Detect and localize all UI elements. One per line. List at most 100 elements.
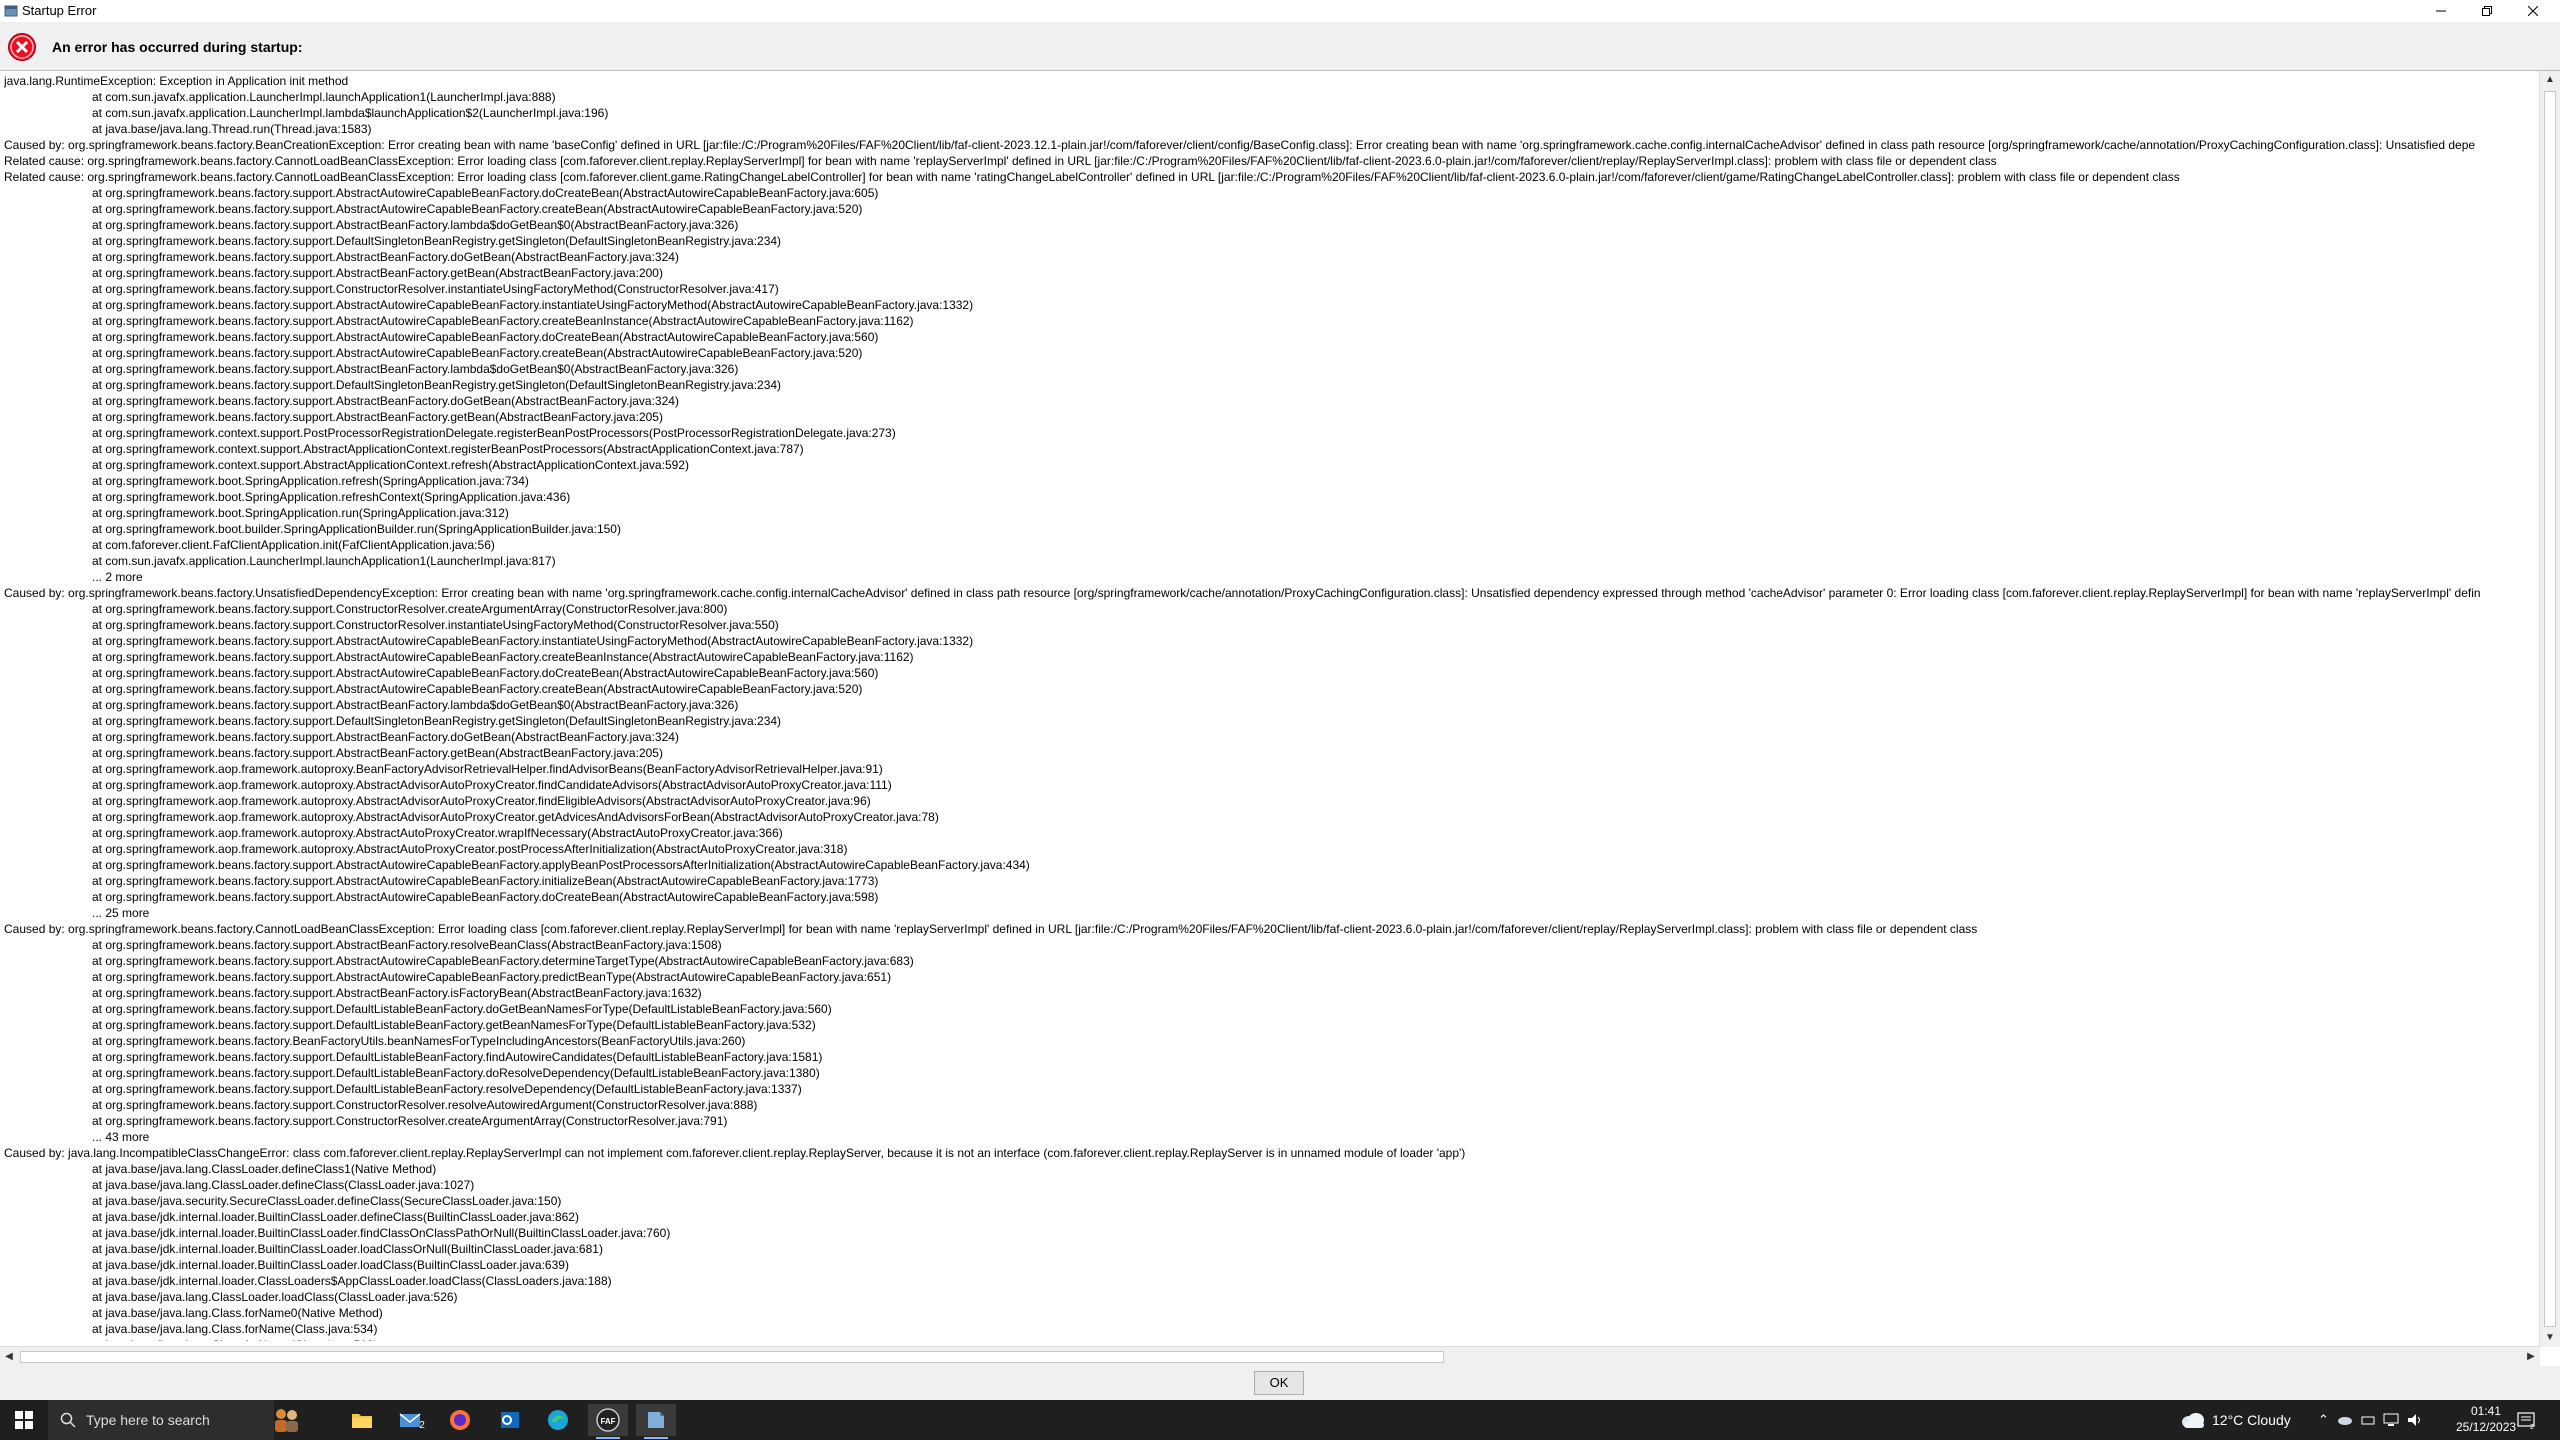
vertical-scroll-thumb[interactable]	[2544, 91, 2556, 1327]
trace-line: at java.base/jdk.internal.loader.Builtin…	[92, 1258, 569, 1272]
ok-button[interactable]: OK	[1254, 1371, 1304, 1395]
trace-line: at org.springframework.beans.factory.sup…	[92, 970, 892, 984]
trace-line: at org.springframework.context.support.A…	[92, 458, 689, 472]
trace-line: at org.springframework.beans.factory.Bea…	[92, 1034, 746, 1048]
trace-line: at java.base/jdk.internal.loader.Builtin…	[92, 1242, 603, 1256]
window-titlebar: Startup Error	[0, 0, 2560, 22]
stack-trace-area[interactable]: java.lang.RuntimeException: Exception in…	[0, 70, 2560, 1367]
firefox-logo-icon	[450, 1410, 470, 1430]
trace-line: at org.springframework.context.support.P…	[92, 426, 896, 440]
trace-line: at org.springframework.beans.factory.sup…	[92, 186, 879, 200]
weather-text: 12°C Cloudy	[2212, 1412, 2291, 1428]
trace-line: at org.springframework.beans.factory.sup…	[92, 234, 782, 248]
taskbar-search[interactable]: Type here to search	[48, 1400, 274, 1440]
storage-icon[interactable]	[2361, 1414, 2375, 1426]
trace-line: at org.springframework.aop.framework.aut…	[92, 810, 939, 824]
faf-client-icon[interactable]: FAF	[588, 1404, 628, 1439]
notification-icon[interactable]: 2	[2516, 1410, 2536, 1430]
trace-line: at org.springframework.boot.SpringApplic…	[92, 490, 571, 504]
weather-widget[interactable]: 12°C Cloudy	[2180, 1400, 2291, 1440]
trace-line: at org.springframework.boot.builder.Spri…	[92, 522, 621, 536]
scroll-up-icon[interactable]: ▲	[2540, 71, 2560, 89]
vertical-scrollbar[interactable]: ▲ ▼	[2539, 71, 2560, 1347]
trace-line: at com.sun.javafx.application.LauncherIm…	[92, 106, 609, 120]
trace-line: Caused by: org.springframework.beans.fac…	[4, 922, 1978, 936]
chevron-up-icon[interactable]: ⌃	[2318, 1412, 2329, 1428]
trace-line: ... 25 more	[92, 906, 150, 920]
trace-line: at org.springframework.beans.factory.sup…	[92, 410, 663, 424]
close-icon	[2528, 6, 2538, 16]
onedrive-icon[interactable]	[2337, 1414, 2353, 1426]
trace-line: at org.springframework.beans.factory.sup…	[92, 650, 914, 664]
trace-line: at org.springframework.beans.factory.sup…	[92, 634, 974, 648]
trace-line: at java.base/jdk.internal.loader.Builtin…	[92, 1226, 671, 1240]
trace-line: at org.springframework.beans.factory.sup…	[92, 282, 779, 296]
minimize-button[interactable]	[2418, 0, 2464, 22]
trace-line: at org.springframework.boot.SpringApplic…	[92, 474, 529, 488]
folder-icon	[352, 1414, 372, 1428]
dialog-footer: OK	[0, 1366, 2560, 1400]
firefox-icon[interactable]	[440, 1404, 480, 1436]
close-button[interactable]	[2510, 0, 2556, 22]
network-icon[interactable]	[2383, 1413, 2399, 1427]
trace-line: at org.springframework.beans.factory.sup…	[92, 330, 879, 344]
outlook-icon[interactable]	[490, 1404, 530, 1436]
trace-line: at java.base/java.security.SecureClassLo…	[92, 1194, 562, 1208]
trace-line: at com.sun.javafx.application.LauncherIm…	[92, 554, 556, 568]
trace-line: at java.base/java.lang.Thread.run(Thread…	[92, 122, 372, 136]
people-icon[interactable]	[266, 1404, 306, 1436]
java-app-icon	[4, 5, 18, 17]
error-icon	[8, 33, 36, 61]
windows-start-icon	[15, 1411, 33, 1429]
trace-line: Caused by: org.springframework.beans.fac…	[4, 586, 2481, 600]
trace-line: at java.base/java.lang.Class.forName0(Na…	[92, 1306, 383, 1320]
trace-line: at org.springframework.beans.factory.sup…	[92, 1098, 758, 1112]
trace-line: at org.springframework.beans.factory.sup…	[92, 378, 782, 392]
trace-line: at com.sun.javafx.application.LauncherIm…	[92, 90, 556, 104]
trace-line: at org.springframework.aop.framework.aut…	[92, 842, 848, 856]
mail-badge: 2	[419, 1419, 425, 1431]
stack-trace-text[interactable]: java.lang.RuntimeException: Exception in…	[4, 73, 2540, 1341]
horizontal-scroll-thumb[interactable]	[20, 1351, 1444, 1363]
mail-icon[interactable]: 2	[392, 1404, 432, 1436]
trace-line: at org.springframework.beans.factory.sup…	[92, 746, 663, 760]
trace-line: at org.springframework.beans.factory.sup…	[92, 346, 863, 360]
cloud-icon	[2182, 1413, 2204, 1428]
svg-text:FAF: FAF	[600, 1417, 615, 1426]
trace-line: at org.springframework.beans.factory.sup…	[92, 202, 863, 216]
search-placeholder: Type here to search	[86, 1412, 210, 1428]
clock-time: 01:41	[2470, 1404, 2502, 1418]
trace-line: at org.springframework.beans.factory.sup…	[92, 1082, 802, 1096]
trace-line: at org.springframework.beans.factory.sup…	[92, 1114, 728, 1128]
volume-icon[interactable]	[2407, 1413, 2423, 1427]
clock-date: 25/12/2023	[2456, 1420, 2517, 1434]
scroll-left-icon[interactable]: ◀	[0, 1347, 18, 1367]
trace-line: at org.springframework.beans.factory.sup…	[92, 298, 974, 312]
horizontal-scrollbar[interactable]: ◀ ▶	[0, 1346, 2540, 1367]
trace-line: Related cause: org.springframework.beans…	[4, 170, 2180, 184]
error-header: An error has occurred during startup:	[0, 22, 2560, 70]
taskbar: Type here to search 2 FAF 12°C Cloudy ⌃ …	[0, 1400, 2560, 1440]
trace-line: at org.springframework.beans.factory.sup…	[92, 218, 739, 232]
trace-line: at java.base/java.lang.ClassLoader.defin…	[92, 1162, 437, 1176]
trace-line: Caused by: java.lang.IncompatibleClassCh…	[4, 1146, 1466, 1160]
file-explorer-icon[interactable]	[342, 1404, 382, 1436]
trace-line: at org.springframework.aop.framework.aut…	[92, 826, 783, 840]
trace-line: at org.springframework.aop.framework.aut…	[92, 778, 892, 792]
scroll-down-icon[interactable]: ▼	[2540, 1329, 2560, 1347]
taskbar-clock[interactable]: 01:41 25/12/2023	[2456, 1403, 2516, 1435]
trace-line: at org.springframework.aop.framework.aut…	[92, 794, 871, 808]
trace-line: Caused by: org.springframework.beans.fac…	[4, 138, 2476, 152]
restore-button[interactable]	[2464, 0, 2510, 22]
search-icon	[60, 1412, 76, 1428]
trace-line: at org.springframework.beans.factory.sup…	[92, 250, 679, 264]
trace-line: Related cause: org.springframework.beans…	[4, 154, 1997, 168]
start-button[interactable]	[0, 1400, 48, 1440]
trace-line: at org.springframework.beans.factory.sup…	[92, 714, 782, 728]
java-window-taskbar-icon[interactable]	[636, 1404, 676, 1439]
edge-icon[interactable]	[538, 1404, 578, 1436]
svg-text:2: 2	[2530, 1424, 2534, 1430]
minimize-icon	[2436, 10, 2446, 12]
scroll-right-icon[interactable]: ▶	[2522, 1347, 2540, 1367]
trace-line: at java.base/jdk.internal.loader.Builtin…	[92, 1210, 579, 1224]
